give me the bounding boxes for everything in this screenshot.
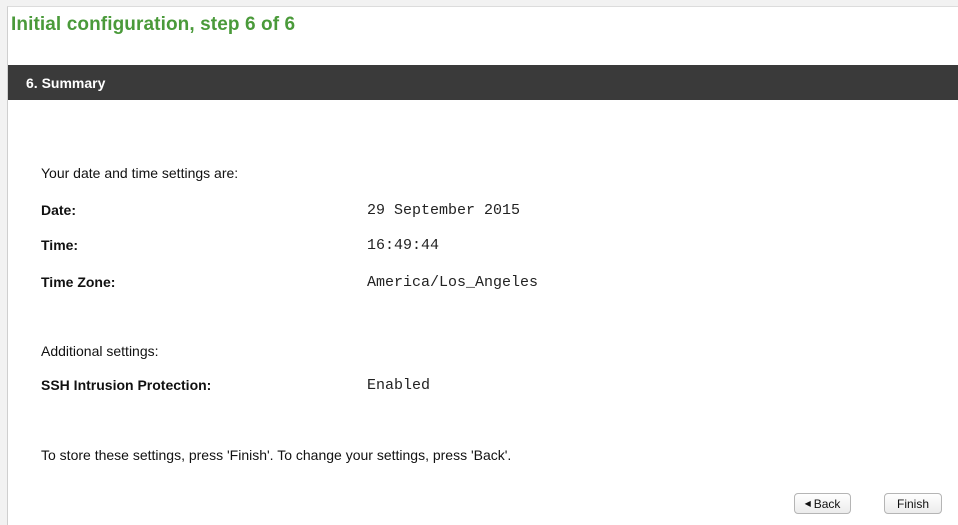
date-value: 29 September 2015 [367,202,521,219]
ssh-protection-label: SSH Intrusion Protection: [41,377,212,393]
time-label: Time: [41,237,79,253]
additional-intro: Additional settings: [41,343,159,359]
finish-button-label: Finish [896,496,929,511]
finish-button[interactable]: Finish [884,493,942,514]
date-label: Date: [41,202,77,218]
section-header: 6. Summary [8,65,958,100]
timezone-value: America/Los_Angeles [367,274,539,291]
datetime-intro: Your date and time settings are: [41,165,239,181]
time-value: 16:49:44 [367,237,440,254]
ssh-protection-value: Enabled [367,377,431,394]
wizard-panel: Initial configuration, step 6 of 6 6. Su… [7,6,958,525]
triangle-left-icon: ◀ [804,499,811,508]
instruction-text: To store these settings, press 'Finish'.… [41,447,512,463]
page-title: Initial configuration, step 6 of 6 [11,14,296,35]
back-button-label: Back [813,496,841,511]
timezone-label: Time Zone: [41,274,116,290]
back-button[interactable]: ◀ Back [794,493,851,514]
section-title: 6. Summary [26,75,106,91]
